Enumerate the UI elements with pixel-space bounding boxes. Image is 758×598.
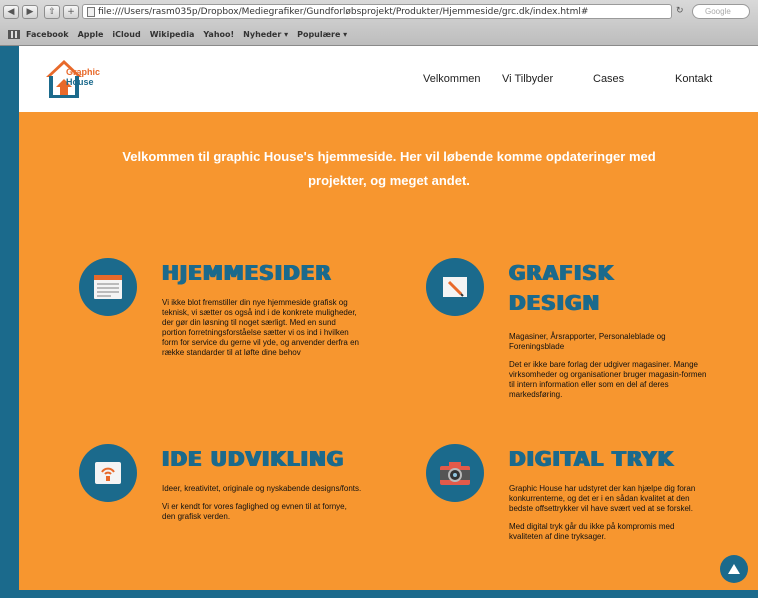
service-text-grafisk-design: Magasiner, Årsrapporter, Personaleblade …: [509, 332, 709, 408]
back-icon[interactable]: ◀: [3, 4, 19, 19]
forward-icon[interactable]: ▶: [22, 4, 38, 19]
nav-item-velkommen[interactable]: Velkommen: [423, 73, 480, 85]
intro-text: Velkommen til graphic House's hjemmeside…: [122, 149, 656, 188]
nav-item-vi-tilbyder[interactable]: Vi Tilbyder: [502, 73, 553, 85]
service-title-ide-udvikling: Ide udvikling: [162, 447, 345, 471]
window-bottom-border: [0, 590, 758, 598]
web-page: Graphic House Velkommen Vi Tilbyder Case…: [19, 46, 758, 590]
logo-text: Graphic House: [66, 67, 100, 87]
service-text-hjemmesider: Vi ikke blot fremstiller din nye hjemmes…: [162, 298, 362, 366]
nav-item-kontakt[interactable]: Kontakt: [675, 73, 712, 85]
camera-icon: [426, 444, 484, 502]
service-title-digital-tryk: Digital tryk: [509, 447, 675, 471]
reload-icon[interactable]: ↻: [676, 5, 684, 16]
service-paragraph: Graphic House har udstyret der kan hjælp…: [509, 484, 696, 513]
service-paragraph: Ideer, kreativitet, originale og nyskabe…: [162, 484, 362, 493]
service-text-digital-tryk: Graphic House har udstyret der kan hjælp…: [509, 484, 709, 550]
bookmark-item[interactable]: Yahoo!: [203, 30, 234, 39]
bookmark-item[interactable]: iCloud: [112, 30, 140, 39]
url-bar[interactable]: file:///Users/rasm035p/Dropbox/Mediegraf…: [82, 4, 672, 19]
nav-item-cases[interactable]: Cases: [593, 73, 624, 85]
logo-line-1: Graphic: [66, 67, 101, 77]
service-paragraph: Det er ikke bare forlag der udgiver maga…: [509, 360, 707, 399]
share-icon[interactable]: ⇧: [44, 4, 60, 19]
service-title-grafisk-design: Grafisk design: [509, 261, 615, 315]
browser-chrome: ◀ ▶ ⇧ + file:///Users/rasm035p/Dropbox/M…: [0, 0, 758, 46]
website-icon: [79, 258, 137, 316]
service-paragraph: Vi er kendt for vores faglighed og evnen…: [162, 502, 347, 521]
add-bookmark-icon[interactable]: +: [63, 4, 79, 19]
service-paragraph: Vi ikke blot fremstiller din nye hjemmes…: [162, 298, 359, 357]
pencil-icon: [426, 258, 484, 316]
scroll-to-top-button[interactable]: [720, 555, 748, 583]
bookmark-item[interactable]: Nyheder ▾: [243, 30, 288, 39]
bookmark-item[interactable]: Populære ▾: [297, 30, 347, 39]
bookmarks-bar: Facebook Apple iCloud Wikipedia Yahoo! N…: [0, 23, 758, 45]
service-paragraph: Med digital tryk går du ikke på kompromi…: [509, 522, 675, 541]
service-text-ide-udvikling: Ideer, kreativitet, originale og nyskabe…: [162, 484, 362, 530]
idea-icon: [79, 444, 137, 502]
logo-line-2: House: [66, 77, 94, 87]
arrow-up-icon: [728, 564, 740, 574]
page-icon: [87, 6, 95, 17]
service-paragraph: Magasiner, Årsrapporter, Personaleblade …: [509, 332, 666, 351]
bookmark-item[interactable]: Facebook: [26, 30, 69, 39]
bookmark-item[interactable]: Wikipedia: [150, 30, 195, 39]
show-all-bookmarks-icon[interactable]: [8, 29, 20, 39]
url-text: file:///Users/rasm035p/Dropbox/Mediegraf…: [98, 6, 589, 17]
search-input[interactable]: Google: [692, 4, 750, 19]
bookmark-item[interactable]: Apple: [78, 30, 104, 39]
service-title-hjemmesider: Hjemmesider: [162, 261, 332, 285]
site-header: Graphic House Velkommen Vi Tilbyder Case…: [19, 46, 758, 112]
browser-toolbar: ◀ ▶ ⇧ + file:///Users/rasm035p/Dropbox/M…: [0, 0, 758, 23]
